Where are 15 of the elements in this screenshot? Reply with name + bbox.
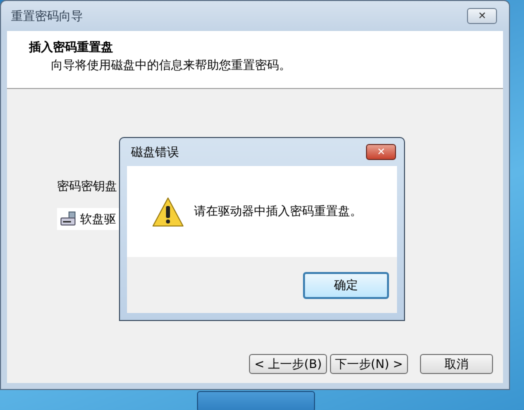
ok-button[interactable]: 确定 xyxy=(303,272,389,298)
dialog-title: 磁盘错误 xyxy=(131,144,179,160)
wizard-subtitle: 向导将使用磁盘中的信息来帮助您重置密码。 xyxy=(51,57,291,74)
drive-name: 软盘驱 xyxy=(80,210,116,228)
taskbar-button[interactable] xyxy=(197,391,315,410)
dialog-message: 请在驱动器中插入密码重置盘。 xyxy=(194,203,362,220)
floppy-drive-icon xyxy=(60,211,76,227)
window-title: 重置密码向导 xyxy=(11,8,83,24)
close-button[interactable]: ✕ xyxy=(467,8,497,24)
wizard-heading: 插入密码重置盘 xyxy=(29,39,113,56)
back-button[interactable]: < 上一步(B) xyxy=(249,354,327,374)
warning-icon xyxy=(152,196,184,228)
field-label: 密码密钥盘 xyxy=(57,178,117,195)
next-button[interactable]: 下一步(N) > xyxy=(330,354,408,374)
cancel-button[interactable]: 取消 xyxy=(420,354,493,374)
